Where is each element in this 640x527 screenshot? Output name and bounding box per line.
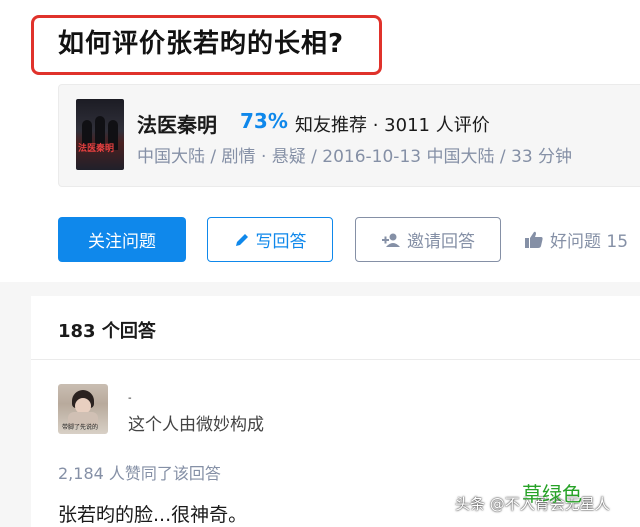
author-name[interactable]: - xyxy=(128,393,132,404)
follow-question-button[interactable]: 关注问题 xyxy=(58,217,186,262)
write-answer-button[interactable]: 写回答 xyxy=(207,217,333,262)
avatar[interactable]: 带脚了先说的 xyxy=(58,384,108,434)
good-question-button[interactable]: 好问题 15 xyxy=(524,217,628,262)
write-answer-label: 写回答 xyxy=(255,232,307,252)
movie-meta: 中国大陆 / 剧情 · 悬疑 / 2016-10-13 中国大陆 / 33 分钟 xyxy=(137,147,573,167)
answer-count: 183 个回答 xyxy=(58,321,156,342)
movie-recommend: 知友推荐 · 3011 人评价 xyxy=(295,115,490,136)
follow-label: 关注问题 xyxy=(88,232,156,252)
vote-count: 2,184 人赞同了该回答 xyxy=(58,464,221,483)
question-title: 如何评价张若昀的长相? xyxy=(58,29,345,59)
divider xyxy=(31,359,640,360)
good-question-label: 好问题 15 xyxy=(550,232,629,252)
author-bio: 这个人由微妙构成 xyxy=(128,415,264,435)
poster-title: 法医秦明 xyxy=(78,144,115,154)
overlay-watermark: 草绿色 xyxy=(522,482,582,506)
thumbs-up-icon xyxy=(525,231,543,248)
add-user-icon xyxy=(382,233,400,247)
movie-score: 73% xyxy=(240,109,288,133)
invite-answer-label: 邀请回答 xyxy=(407,232,475,252)
invite-answer-button[interactable]: 邀请回答 xyxy=(355,217,501,262)
answer-content[interactable]: 张若昀的脸...很神奇。 xyxy=(58,500,247,527)
movie-name[interactable]: 法医秦明 xyxy=(137,109,217,138)
avatar-caption: 带脚了先说的 xyxy=(62,424,99,431)
movie-poster[interactable]: 法医秦明 xyxy=(76,99,124,170)
pencil-icon xyxy=(235,233,248,246)
